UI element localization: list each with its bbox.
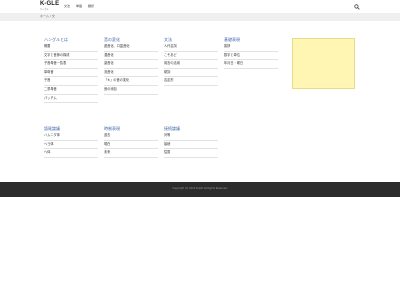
list-item[interactable]: 助詞 xyxy=(164,69,218,78)
list-item[interactable]: 未来 xyxy=(104,149,158,158)
section-hangul: ハングルとは 概要 文字と音節の構成 子音母音一覧表 単母音 子音 二重母音 パ… xyxy=(44,38,98,108)
section-title[interactable]: 語尾論議 xyxy=(44,127,60,131)
search-icon[interactable] xyxy=(354,4,360,10)
copyright-text: Copyright (C) 2020 K-GLE All Rights Rese… xyxy=(172,187,228,190)
list-item[interactable]: 「ㅎ」の音の変化 xyxy=(104,77,158,86)
section-conjunction: 接続論議 対等 接続 従属 xyxy=(164,127,218,167)
list-item[interactable]: パッチム xyxy=(44,95,98,104)
breadcrumb[interactable]: ホーム / 文 xyxy=(40,15,55,18)
section-title[interactable]: 音の変化 xyxy=(104,38,120,42)
list-item[interactable]: ヘ体 xyxy=(44,149,98,158)
list-item[interactable]: 年月日・曜日 xyxy=(224,60,278,69)
list-item[interactable]: 子音母音一覧表 xyxy=(44,60,98,69)
list-item[interactable]: ヘヨ体 xyxy=(44,141,98,150)
list-item[interactable]: 概要 xyxy=(44,43,98,52)
section-title[interactable]: ハングルとは xyxy=(44,38,68,42)
site-header: K-GLE ケーグル 文法 単語 翻訳 xyxy=(0,0,400,13)
nav-item-translate[interactable]: 翻訳 xyxy=(88,5,94,8)
list-item[interactable]: 現在 xyxy=(104,141,158,150)
list-item[interactable]: 人代名詞 xyxy=(164,43,218,52)
list-item[interactable]: 二重母音 xyxy=(44,86,98,95)
list-item[interactable]: 従属 xyxy=(164,149,218,158)
site-footer: Copyright (C) 2020 K-GLE All Rights Rese… xyxy=(0,182,400,197)
section-basic-expressions: 基礎表現 挨拶 数字と単位 年月日・曜日 xyxy=(224,38,278,108)
list-item[interactable]: ハムニダ体 xyxy=(44,132,98,141)
list-item[interactable]: 連音化、口蓋音化 xyxy=(104,43,158,52)
site-logo-subtitle: ケーグル xyxy=(40,8,49,11)
list-item[interactable]: 子音 xyxy=(44,77,98,86)
nav-item-grammar[interactable]: 文法 xyxy=(64,5,70,8)
ad-placeholder xyxy=(292,38,355,89)
list-item[interactable]: 単母音 xyxy=(44,69,98,78)
list-item[interactable]: 接続 xyxy=(164,141,218,150)
section-title[interactable]: 時制表現 xyxy=(104,127,120,131)
section-sound-change: 音の変化 連音化、口蓋音化 濃音化 激音化 流音化 「ㅎ」の音の変化 音の添加 xyxy=(104,38,158,108)
section-tense: 時制表現 過去 現在 未来 xyxy=(104,127,158,167)
site-logo[interactable]: K-GLE xyxy=(40,1,59,7)
list-item[interactable]: 音の添加 xyxy=(104,86,158,95)
list-item[interactable]: 流音化 xyxy=(104,69,158,78)
section-endings: 語尾論議 ハムニダ体 ヘヨ体 ヘ体 xyxy=(44,127,98,167)
nav-item-words[interactable]: 単語 xyxy=(76,5,82,8)
list-item[interactable]: 否定形 xyxy=(164,77,218,86)
section-grammar: 文法 人代名詞 こそあど 用言の活用 助詞 否定形 xyxy=(164,38,218,108)
list-item[interactable]: こそあど xyxy=(164,52,218,61)
list-item[interactable]: 用言の活用 xyxy=(164,60,218,69)
section-title[interactable]: 基礎表現 xyxy=(224,38,240,42)
section-title[interactable]: 文法 xyxy=(164,38,172,42)
section-title[interactable]: 接続論議 xyxy=(164,127,180,131)
list-item[interactable]: 過去 xyxy=(104,132,158,141)
list-item[interactable]: 挨拶 xyxy=(224,43,278,52)
breadcrumb-bar: ホーム / 文 xyxy=(0,13,400,21)
list-item[interactable]: 数字と単位 xyxy=(224,52,278,61)
list-item[interactable]: 濃音化 xyxy=(104,52,158,61)
list-item[interactable]: 激音化 xyxy=(104,60,158,69)
list-item[interactable]: 文字と音節の構成 xyxy=(44,52,98,61)
list-item[interactable]: 対等 xyxy=(164,132,218,141)
